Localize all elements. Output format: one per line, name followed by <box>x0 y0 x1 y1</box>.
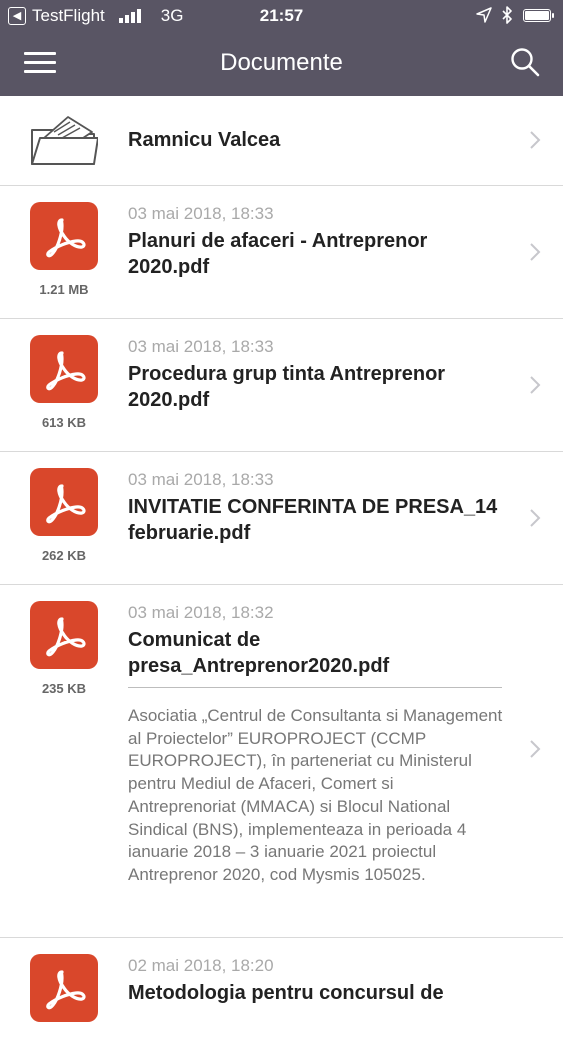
file-date: 02 mai 2018, 18:20 <box>128 956 274 975</box>
file-size: 1.21 MB <box>39 282 89 297</box>
file-date: 03 mai 2018, 18:33 <box>128 337 274 356</box>
file-name: Procedura grup tinta Antreprenor 2020.pd… <box>128 363 446 411</box>
chevron-right-icon <box>530 740 541 758</box>
battery-icon <box>523 8 554 22</box>
file-name: Comunicat de presa_Antreprenor2020.pdf <box>128 629 390 677</box>
header: ◀ TestFlight 3G 21:57 Documente <box>0 0 563 96</box>
status-bar: ◀ TestFlight 3G 21:57 <box>0 0 563 32</box>
file-row[interactable]: 613 KB 03 mai 2018, 18:33 Procedura grup… <box>0 319 563 452</box>
pdf-icon <box>30 335 98 403</box>
divider <box>128 687 502 688</box>
nav-bar: Documente <box>0 32 563 96</box>
file-size: 613 KB <box>41 415 87 430</box>
file-row-expanded[interactable]: 235 KB 03 mai 2018, 18:32 Comunicat de p… <box>0 585 563 938</box>
pdf-icon <box>30 954 98 1022</box>
file-date: 03 mai 2018, 18:33 <box>128 470 274 489</box>
chevron-right-icon <box>530 509 541 527</box>
chevron-right-icon <box>530 376 541 394</box>
documents-list: Ramnicu Valcea 1.21 MB 03 mai 2018, 18:3… <box>0 96 563 1038</box>
file-row[interactable]: 02 mai 2018, 18:20 Metodologia pentru co… <box>0 938 563 1038</box>
folder-icon <box>31 116 98 165</box>
file-name: Planuri de afaceri - Antreprenor 2020.pd… <box>128 230 428 278</box>
bluetooth-icon <box>502 6 512 24</box>
search-icon[interactable] <box>509 46 541 78</box>
file-date: 03 mai 2018, 18:33 <box>128 204 274 223</box>
file-name: INVITATIE CONFERINTA DE PRESA_14 februar… <box>128 496 498 544</box>
chevron-right-icon <box>530 243 541 261</box>
chevron-right-icon <box>530 131 541 149</box>
page-title: Documente <box>220 49 343 76</box>
status-right <box>476 6 554 24</box>
file-row[interactable]: 262 KB 03 mai 2018, 18:33 INVITATIE CONF… <box>0 452 563 585</box>
file-size: 235 KB <box>41 681 87 696</box>
folder-name: Ramnicu Valcea <box>128 129 281 151</box>
folder-row[interactable]: Ramnicu Valcea <box>0 96 563 186</box>
pdf-icon <box>30 468 98 536</box>
file-description: Asociatia „Centrul de Consultanta si Man… <box>128 706 503 884</box>
file-row[interactable]: 1.21 MB 03 mai 2018, 18:33 Planuri de af… <box>0 186 563 319</box>
pdf-icon <box>30 601 98 669</box>
file-size: 262 KB <box>41 548 87 563</box>
location-arrow-icon <box>476 7 492 23</box>
file-name: Metodologia pentru concursul de <box>128 982 444 1004</box>
file-date: 03 mai 2018, 18:32 <box>128 603 274 622</box>
pdf-icon <box>30 202 98 270</box>
